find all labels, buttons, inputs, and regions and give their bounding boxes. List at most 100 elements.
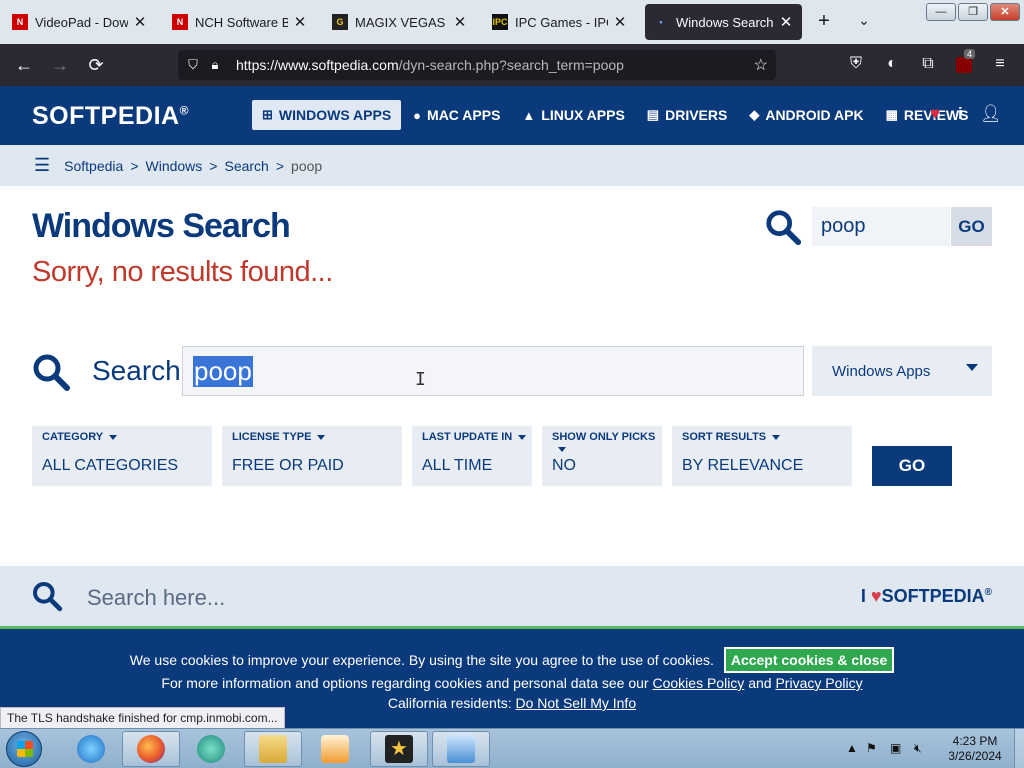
firefox-account-icon[interactable]: ◐ [880,55,904,73]
taskbar-chat-app[interactable] [182,731,240,767]
footer-search: Search here... I ♥SOFTPEDIA® [0,566,1024,628]
filter-label: LAST UPDATE IN [422,431,527,443]
breadcrumb-separator: > [130,157,139,174]
filter-show-only-picks[interactable]: SHOW ONLY PICKS NO [542,426,662,486]
search-icon [766,210,802,246]
close-icon[interactable]: ✕ [612,13,628,31]
header-search-input[interactable] [812,207,950,246]
filter-license-type[interactable]: LICENSE TYPE FREE OR PAID [222,426,402,486]
menu-icon[interactable]: ☰ [34,155,50,176]
tab-nch-bug[interactable]: N NCH Software Bug ✕ [164,4,316,40]
filter-value: NO [552,457,576,474]
volume-muted-icon[interactable]: 🔇︎ [914,741,922,756]
tab-title: MAGIX VEGAS Pro [355,14,448,30]
minimize-button[interactable]: — [926,3,956,21]
nav-reviews[interactable]: ▦ REVIEWS [876,100,979,130]
do-not-sell-link[interactable]: Do Not Sell My Info [516,695,637,711]
taskbar-internet-explorer[interactable] [62,731,120,767]
tab-videopad[interactable]: N VideoPad - Downlo ✕ [4,4,156,40]
taskbar-file-explorer[interactable] [244,731,302,767]
search-input-selected-text: poop [193,355,253,387]
taskbar-control-panel[interactable] [432,731,490,767]
close-icon[interactable]: ✕ [452,13,468,31]
tab-ipc-games[interactable]: IPC IPC Games - IPC Ga ✕ [484,4,636,40]
breadcrumb-search[interactable]: Search [224,158,268,174]
nav-drivers[interactable]: ▤ DRIVERS [637,100,738,130]
softpedia-logo[interactable]: SOFTPEDIA® [32,102,189,131]
nav-label: LINUX APPS [541,107,625,123]
stop-loading-button[interactable]: ⟳ [84,55,108,76]
filter-value: ALL CATEGORIES [42,457,179,474]
show-desktop-button[interactable] [1014,729,1024,768]
restore-button[interactable]: ❐ [958,3,988,21]
footer-search-input[interactable]: Search here... [87,585,225,611]
network-icon[interactable]: ▣ [890,741,901,755]
browser-status-text: The TLS handshake finished for cmp.inmob… [0,707,285,729]
cookie-line-1: We use cookies to improve your experienc… [0,647,1024,673]
back-button[interactable]: ← [12,55,36,76]
search-label: Search: [92,355,189,386]
start-button[interactable] [6,731,42,767]
control-panel-icon [447,735,475,763]
system-clock[interactable]: 4:23 PM 3/26/2024 [940,734,1010,764]
i-love-softpedia-logo[interactable]: I ♥SOFTPEDIA® [861,586,992,607]
nav-mac-apps[interactable]: ● MAC APPS [403,100,510,130]
extension-badge: 4 [964,49,976,59]
filter-label: SORT RESULTS [682,431,781,443]
list-tabs-button[interactable]: ⌄ [852,12,876,29]
nav-linux-apps[interactable]: ▲ LINUX APPS [512,100,634,130]
close-window-button[interactable]: ✕ [990,3,1020,21]
nav-label: WINDOWS APPS [278,107,392,123]
url-text[interactable]: https://www.softpedia.com/dyn-search.php… [236,57,624,73]
main-search-input[interactable]: poop [182,346,804,396]
extensions-icon[interactable]: ⧉ [916,55,940,73]
breadcrumb-softpedia[interactable]: Softpedia [64,158,123,174]
tab-windows-search[interactable]: • Windows Search: p ✕ [645,4,802,40]
chevron-down-icon [518,434,527,440]
filter-last-update[interactable]: LAST UPDATE IN ALL TIME [412,426,532,486]
shield-icon[interactable]: ⛉ [182,57,204,73]
forward-button[interactable]: → [48,55,72,76]
filter-label: CATEGORY [42,431,118,443]
bookmark-star-icon[interactable]: ☆ [754,55,768,75]
filter-sort-results[interactable]: SORT RESULTS BY RELEVANCE [672,426,852,486]
taskbar-media-player[interactable] [306,731,364,767]
close-icon[interactable]: ✕ [132,13,148,31]
filter-label-text: CATEGORY [42,431,104,443]
ublock-extension-icon[interactable]: 4 [952,49,976,76]
close-icon[interactable]: ✕ [778,13,794,31]
heart-icon[interactable]: ♥ [930,104,940,124]
site-nav: ⊞ WINDOWS APPS ● MAC APPS ▲ LINUX APPS ▤ DRI… [252,100,980,130]
header-search-go-button[interactable]: GO [951,207,992,246]
tab-magix[interactable]: G MAGIX VEGAS Pro ✕ [324,4,476,40]
filter-label-text: LAST UPDATE IN [422,431,513,443]
new-tab-button[interactable]: + [812,10,836,33]
taskbar-firefox[interactable] [122,731,180,767]
text-cursor-icon: I [415,369,426,390]
lock-icon[interactable]: 🔒︎ [204,57,226,73]
url-domain: https://www.softpedia.com [236,57,399,73]
nav-android-apk[interactable]: ◆ ANDROID APK [739,100,873,130]
filter-category[interactable]: CATEGORY ALL CATEGORIES [32,426,212,486]
page-title: Windows Search [32,207,291,245]
show-hidden-icons[interactable]: ▲ [846,741,858,755]
breadcrumb-windows[interactable]: Windows [146,158,203,174]
breadcrumb-separator: > [209,157,218,174]
url-bar[interactable]: ⛉ 🔒︎ https://www.softpedia.com/dyn-searc… [178,50,776,80]
accept-cookies-button[interactable]: Accept cookies & close [723,647,895,673]
cookies-policy-link[interactable]: Cookies Policy [652,675,744,691]
privacy-policy-link[interactable]: Privacy Policy [775,675,862,691]
platform-dropdown[interactable]: Windows Apps [812,346,992,396]
info-icon[interactable]: i [958,104,963,124]
filters-go-button[interactable]: GO [872,446,952,486]
chevron-down-icon [966,364,978,371]
user-icon[interactable]: 👤︎ [980,104,1002,124]
pocket-icon[interactable]: ⛨ [844,55,868,73]
close-icon[interactable]: ✕ [292,13,308,31]
taskbar-movie-app[interactable]: ★ [370,731,428,767]
hamburger-menu-icon[interactable]: ≡ [988,55,1012,73]
android-icon: ◆ [749,107,760,122]
nav-windows-apps[interactable]: ⊞ WINDOWS APPS [252,100,402,130]
action-center-flag-icon[interactable]: ⚑ [866,741,877,755]
clock-date: 3/26/2024 [948,749,1002,763]
